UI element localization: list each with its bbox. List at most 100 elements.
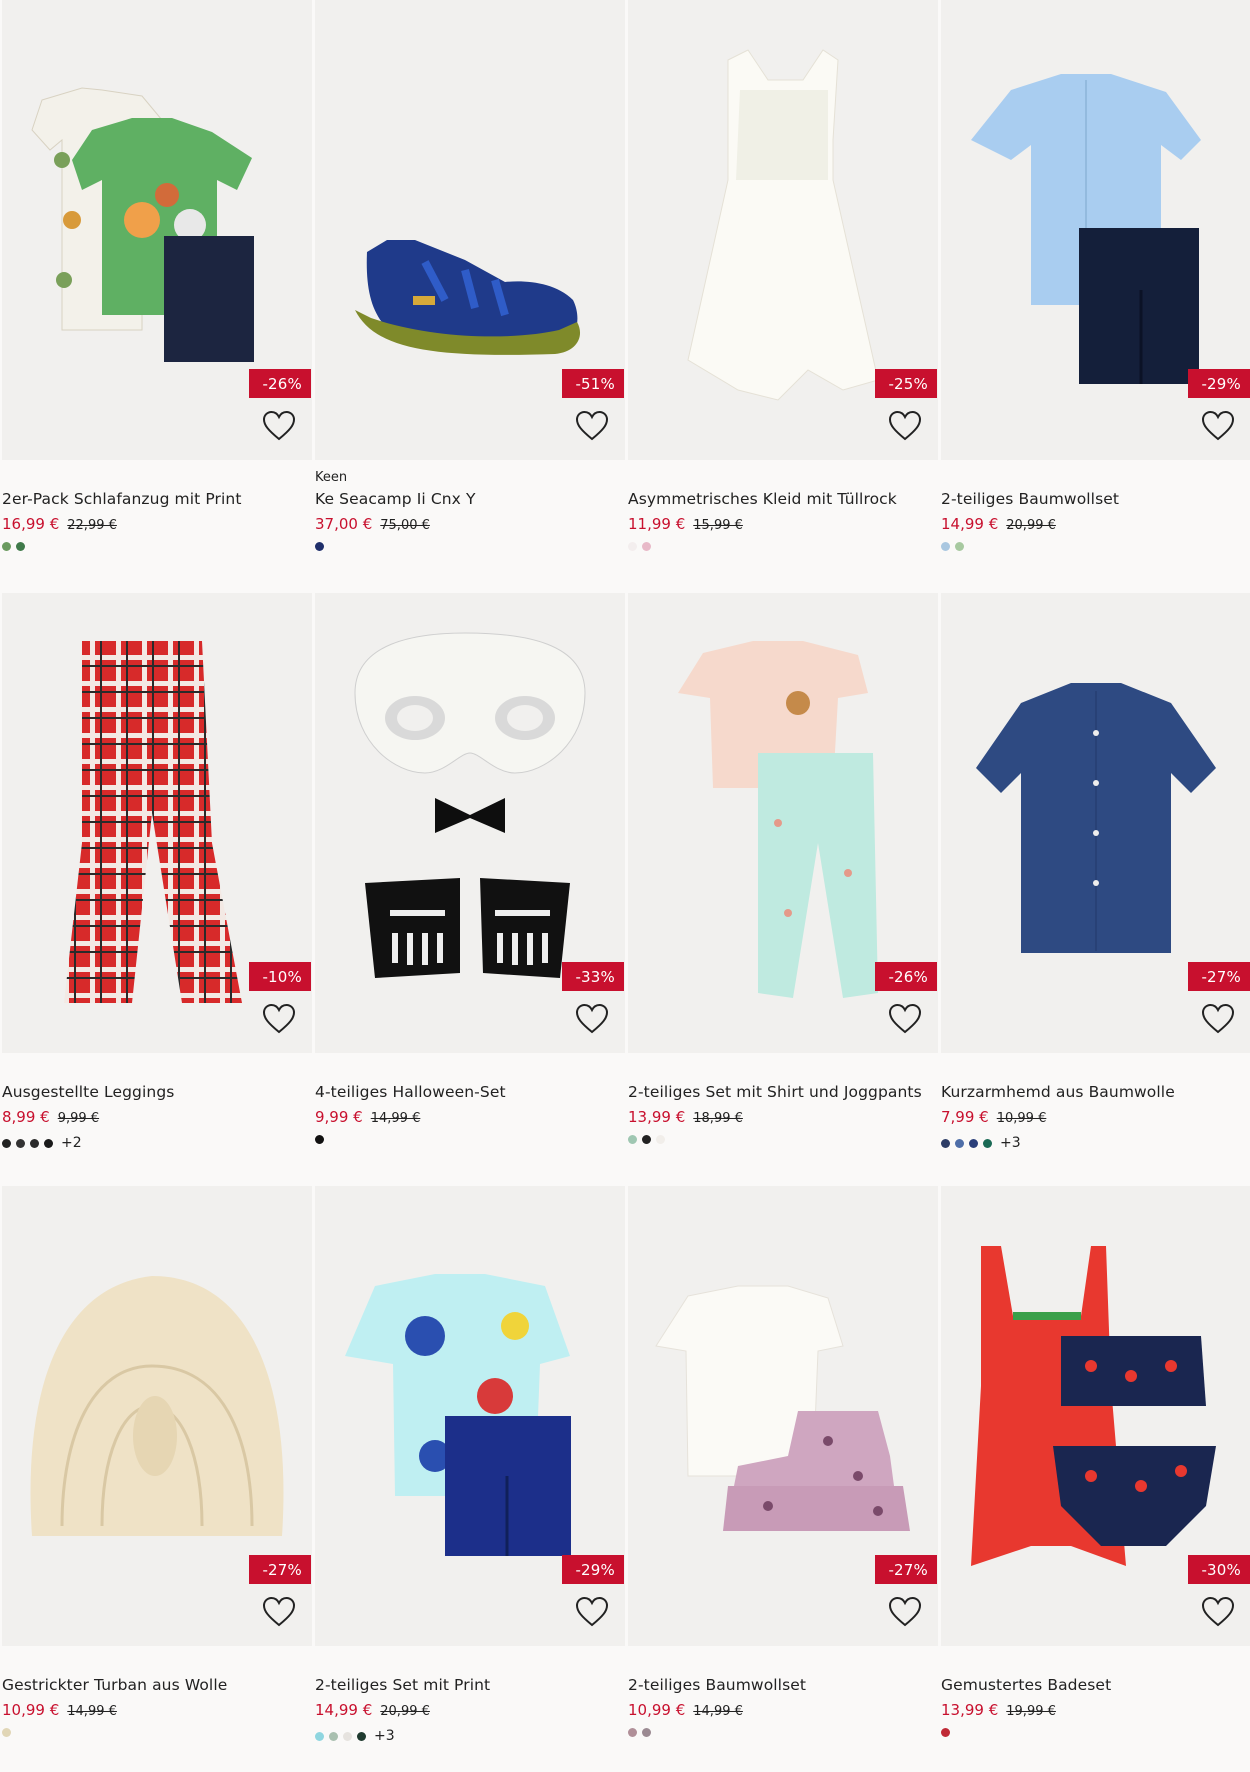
heart-icon[interactable]	[575, 410, 609, 442]
product-image[interactable]: -25%	[628, 0, 938, 460]
heart-icon[interactable]	[262, 1596, 296, 1628]
original-price: 15,99 €	[693, 518, 743, 533]
color-swatch[interactable]	[955, 542, 964, 551]
product-card[interactable]: -29% 2-teiliges Baumwollset 14,99 € 20,99…	[941, 0, 1250, 593]
color-swatch[interactable]	[2, 1138, 11, 1148]
color-swatch[interactable]	[315, 542, 324, 551]
product-card[interactable]: -26% 2er-Pack Schlafanzug mit Print 16,9…	[2, 0, 312, 593]
more-colors[interactable]: +3	[1000, 1135, 1021, 1151]
product-brand	[2, 1063, 312, 1079]
color-swatch[interactable]	[642, 542, 651, 551]
product-card[interactable]: -10% Ausgestellte Leggings 8,99 €9,99 € …	[2, 593, 312, 1186]
product-card[interactable]: -51% Keen Ke Seacamp Ii Cnx Y 37,00 € 75,…	[315, 0, 625, 593]
sale-price: 14,99 €	[315, 1701, 373, 1719]
color-swatch[interactable]	[628, 542, 637, 551]
product-image[interactable]: -30%	[941, 1186, 1250, 1646]
product-card[interactable]: -27% Gestrickter Turban aus Wolle 10,99 …	[2, 1186, 312, 1772]
discount-badge: -27%	[875, 1555, 937, 1584]
product-card[interactable]: -26% 2-teiliges Set mit Shirt und Joggpa…	[628, 593, 938, 1186]
heart-icon[interactable]	[262, 1003, 296, 1035]
discount-badge: -29%	[1188, 369, 1250, 398]
heart-icon[interactable]	[1201, 1596, 1235, 1628]
color-swatch[interactable]	[329, 1731, 338, 1741]
product-card[interactable]: -33% 4-teiliges Halloween-Set 9,99 € 14,9…	[315, 593, 625, 1186]
color-swatch[interactable]	[16, 542, 25, 551]
product-title[interactable]: Ke Seacamp Ii Cnx Y	[315, 490, 625, 508]
color-swatch[interactable]	[357, 1731, 366, 1741]
product-card[interactable]: -25% Asymmetrisches Kleid mit Tüllrock 1…	[628, 0, 938, 593]
color-swatches	[315, 1135, 625, 1144]
product-title[interactable]: 2-teiliges Set mit Print	[315, 1676, 625, 1694]
product-title[interactable]: Ausgestellte Leggings	[2, 1083, 312, 1101]
product-card[interactable]: -30% Gemustertes Badeset 13,99 € 19,99 €	[941, 1186, 1250, 1772]
color-swatch[interactable]	[941, 1138, 950, 1148]
product-title[interactable]: Gemustertes Badeset	[941, 1676, 1250, 1694]
product-image[interactable]: -27%	[2, 1186, 312, 1646]
color-swatches	[2, 1728, 312, 1737]
color-swatch[interactable]	[941, 542, 950, 551]
heart-icon[interactable]	[1201, 1003, 1235, 1035]
product-image[interactable]: -10%	[2, 593, 312, 1053]
color-swatch[interactable]	[983, 1138, 992, 1148]
color-swatches: +3	[941, 1135, 1250, 1151]
color-swatch[interactable]	[30, 1138, 39, 1148]
product-grid: -26% 2er-Pack Schlafanzug mit Print 16,9…	[0, 0, 1250, 1772]
color-swatch[interactable]	[642, 1728, 651, 1737]
product-card[interactable]: -27% Kurzarmhemd aus Baumwolle 7,99 € 10,…	[941, 593, 1250, 1186]
more-colors[interactable]: +3	[374, 1728, 395, 1744]
original-price: 20,99 €	[1006, 518, 1056, 533]
color-swatch[interactable]	[955, 1138, 964, 1148]
heart-icon[interactable]	[575, 1003, 609, 1035]
product-image[interactable]: -27%	[941, 593, 1250, 1053]
product-title[interactable]: Kurzarmhemd aus Baumwolle	[941, 1083, 1250, 1101]
color-swatch[interactable]	[16, 1138, 25, 1148]
product-image[interactable]: -27%	[628, 1186, 938, 1646]
product-image[interactable]: -29%	[315, 1186, 625, 1646]
product-image[interactable]: -29%	[941, 0, 1250, 460]
original-price: 14,99 €	[67, 1704, 117, 1719]
product-title[interactable]: Gestrickter Turban aus Wolle	[2, 1676, 312, 1694]
color-swatch[interactable]	[2, 1728, 11, 1737]
color-swatch[interactable]	[628, 1728, 637, 1737]
product-title[interactable]: 2-teiliges Baumwollset	[941, 490, 1250, 508]
product-brand	[315, 1656, 625, 1672]
product-title[interactable]: Asymmetrisches Kleid mit Tüllrock	[628, 490, 938, 508]
color-swatches	[2, 542, 312, 551]
product-image[interactable]: -26%	[628, 593, 938, 1053]
heart-icon[interactable]	[1201, 410, 1235, 442]
product-brand	[941, 1656, 1250, 1672]
original-price: 18,99 €	[693, 1111, 743, 1126]
heart-icon[interactable]	[575, 1596, 609, 1628]
original-price: 14,99 €	[693, 1704, 743, 1719]
color-swatch[interactable]	[941, 1728, 950, 1737]
product-title[interactable]: 2er-Pack Schlafanzug mit Print	[2, 490, 312, 508]
color-swatch[interactable]	[642, 1135, 651, 1144]
heart-icon[interactable]	[262, 410, 296, 442]
color-swatches: +3	[315, 1728, 625, 1744]
heart-icon[interactable]	[888, 1003, 922, 1035]
discount-badge: -25%	[875, 369, 937, 398]
product-image[interactable]: -33%	[315, 593, 625, 1053]
color-swatch[interactable]	[969, 1138, 978, 1148]
heart-icon[interactable]	[888, 410, 922, 442]
product-image[interactable]: -26%	[2, 0, 312, 460]
discount-badge: -10%	[249, 962, 311, 991]
color-swatch[interactable]	[628, 1135, 637, 1144]
product-brand: Keen	[315, 470, 348, 485]
product-image[interactable]: -51%	[315, 0, 625, 460]
product-card[interactable]: -27% 2-teiliges Baumwollset 10,99 € 14,99…	[628, 1186, 938, 1772]
product-card[interactable]: -29% 2-teiliges Set mit Print 14,99 € 20,…	[315, 1186, 625, 1772]
discount-badge: -29%	[562, 1555, 624, 1584]
sale-price: 11,99 €	[628, 515, 686, 533]
color-swatch[interactable]	[2, 542, 11, 551]
color-swatch[interactable]	[315, 1731, 324, 1741]
color-swatch[interactable]	[343, 1731, 352, 1741]
product-title[interactable]: 2-teiliges Baumwollset	[628, 1676, 938, 1694]
color-swatch[interactable]	[315, 1135, 324, 1144]
product-title[interactable]: 2-teiliges Set mit Shirt und Joggpants	[628, 1083, 938, 1101]
color-swatch[interactable]	[44, 1138, 53, 1148]
product-title[interactable]: 4-teiliges Halloween-Set	[315, 1083, 625, 1101]
color-swatch[interactable]	[656, 1135, 665, 1144]
heart-icon[interactable]	[888, 1596, 922, 1628]
more-colors[interactable]: +2	[61, 1135, 82, 1151]
